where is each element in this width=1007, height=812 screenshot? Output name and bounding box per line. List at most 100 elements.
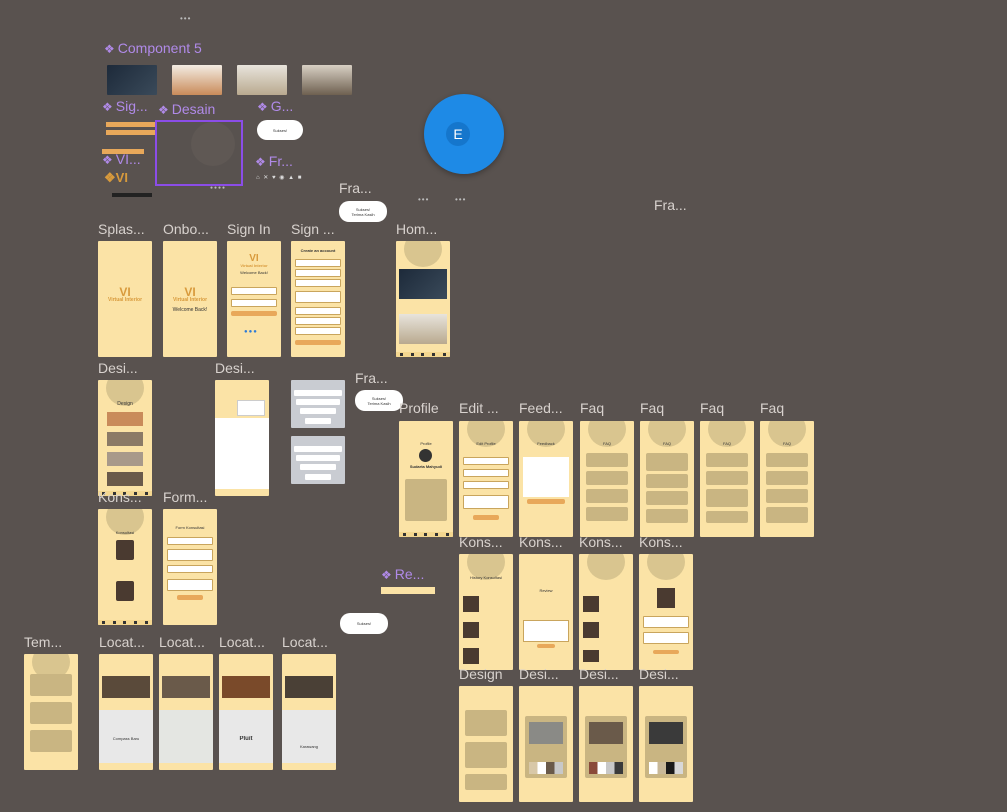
form-submit-button[interactable] <box>177 595 203 600</box>
frame-label-desi-3[interactable]: Desi... <box>519 666 559 682</box>
faq-1-item-3[interactable] <box>586 489 628 503</box>
frame-faq-4[interactable]: FAQ <box>760 421 814 537</box>
frame-konsultasi[interactable]: Konsultasi <box>98 509 152 625</box>
frame-label-design[interactable]: Design <box>459 666 503 682</box>
frame-location-3[interactable]: Pluit <box>219 654 273 770</box>
thumbnail-dining-room[interactable] <box>172 65 222 95</box>
consultant-photo-2[interactable] <box>116 581 134 601</box>
frame-label-profile[interactable]: Profile <box>399 400 439 416</box>
fra-label-1[interactable]: Fra... <box>339 180 372 196</box>
frame-label-faq-4[interactable]: Faq <box>760 400 784 416</box>
review-textarea[interactable] <box>523 620 569 642</box>
frame-label-kons-3[interactable]: Kons... <box>579 534 623 550</box>
faq-2-item-2[interactable] <box>646 474 688 488</box>
location-4-photo[interactable] <box>285 676 333 698</box>
frame-label-onboarding[interactable]: Onbo... <box>163 221 209 237</box>
signup-field-2[interactable] <box>295 269 341 277</box>
edit-field-1[interactable] <box>463 457 509 465</box>
vi-label[interactable]: ❖ VI... <box>102 151 141 167</box>
location-4-map[interactable] <box>282 710 336 763</box>
design-gallery-card-3[interactable] <box>465 774 507 790</box>
keyboard-row-2[interactable] <box>296 399 340 405</box>
frame-location-4[interactable]: Karawang <box>282 654 336 770</box>
frame-design-gallery[interactable] <box>459 686 513 802</box>
sig-label[interactable]: ❖ Sig... <box>102 98 148 114</box>
signup-field-1[interactable] <box>295 259 341 267</box>
frame-label-locat-1[interactable]: Locat... <box>99 634 145 650</box>
frame-label-locat-4[interactable]: Locat... <box>282 634 328 650</box>
frame-edit-profile[interactable]: Edit Profile <box>459 421 513 537</box>
sign-in-variant[interactable] <box>106 122 156 127</box>
signup-continue-button[interactable] <box>295 340 341 345</box>
frame-label-kons-2[interactable]: Kons... <box>519 534 563 550</box>
frame-faq-1[interactable]: FAQ <box>580 421 634 537</box>
faq-4-item-1[interactable] <box>766 453 808 467</box>
faq-3-item-2[interactable] <box>706 471 748 485</box>
re-label[interactable]: ❖ Re... <box>381 566 424 582</box>
frame-location-2[interactable] <box>159 654 213 770</box>
design-detail-1-photo[interactable] <box>529 722 563 744</box>
form-field-date[interactable] <box>167 565 213 573</box>
kons-profile-photo[interactable] <box>657 588 675 608</box>
kons-detail-photo-1[interactable] <box>583 596 599 612</box>
review-send-button[interactable] <box>537 644 555 648</box>
frame-review[interactable]: Review <box>519 554 573 670</box>
consultant-photo-1[interactable] <box>116 540 134 560</box>
keyboard-space[interactable] <box>305 418 331 424</box>
faq-3-item-3[interactable] <box>706 489 748 507</box>
faq-1-item-2[interactable] <box>586 471 628 485</box>
template-card-1[interactable] <box>30 674 72 696</box>
frame-label-tem[interactable]: Tem... <box>24 634 62 650</box>
component-5-label[interactable]: ❖ Component 5 <box>104 40 202 56</box>
thumbnail-living-room[interactable] <box>237 65 287 95</box>
design-item-3[interactable] <box>107 452 143 466</box>
keyboard-2-row-1[interactable] <box>294 446 342 452</box>
fra-label-2[interactable]: Fra... <box>654 197 687 213</box>
kons-detail-photo-3[interactable] <box>583 650 599 662</box>
keyboard-row-3[interactable] <box>300 408 336 414</box>
frame-label-kons-1[interactable]: Kons... <box>459 534 503 550</box>
location-3-photo[interactable] <box>222 676 270 698</box>
thumbnail-sofa-room[interactable] <box>302 65 352 95</box>
faq-1-item-4[interactable] <box>586 507 628 521</box>
frame-label-desi-5[interactable]: Desi... <box>639 666 679 682</box>
signup-field-4[interactable] <box>295 291 341 303</box>
frame-konsultasi-detail[interactable] <box>579 554 633 670</box>
profile-bottom-nav[interactable] <box>399 532 453 537</box>
sukses-pill-3[interactable]: Sukses! Terima Kasih <box>355 390 403 411</box>
faq-1-item-1[interactable] <box>586 453 628 467</box>
keyboard-letters[interactable] <box>291 380 345 428</box>
faq-2-item-3[interactable] <box>646 491 688 505</box>
frame-signin[interactable]: VI Virtual Interior Welcome Back! ●●● <box>227 241 281 357</box>
design-item-1[interactable] <box>107 412 143 426</box>
kons-detail-photo-2[interactable] <box>583 622 599 638</box>
frame-label-form[interactable]: Form... <box>163 489 207 505</box>
kons-profile-button[interactable] <box>653 650 679 654</box>
design-gallery-card-1[interactable] <box>465 710 507 736</box>
faq-2-item-4[interactable] <box>646 509 688 523</box>
home-photo-1[interactable] <box>399 269 447 299</box>
feedback-textarea[interactable] <box>523 457 569 497</box>
frame-design-detail-2[interactable] <box>579 686 633 802</box>
frame-home[interactable] <box>396 241 450 357</box>
edit-field-3[interactable] <box>463 481 509 489</box>
keyboard-row-1[interactable] <box>294 390 342 396</box>
profile-menu-grid[interactable] <box>405 479 447 521</box>
history-photo-3[interactable] <box>463 648 479 664</box>
frame-form-konsultasi[interactable]: Form Konsultasi <box>163 509 217 625</box>
frame-label-faq-2[interactable]: Faq <box>640 400 664 416</box>
frame-label-faq-3[interactable]: Faq <box>700 400 724 416</box>
signin-email-input[interactable] <box>231 287 277 295</box>
keyboard-2-row-3[interactable] <box>300 464 336 470</box>
edit-field-4[interactable] <box>463 495 509 509</box>
design-detail-3-photo[interactable] <box>649 722 683 744</box>
frame-splash[interactable]: VI Virtual Interior <box>98 241 152 357</box>
design-gallery-card-2[interactable] <box>465 742 507 768</box>
history-photo-1[interactable] <box>463 596 479 612</box>
sukses-pill-1[interactable]: Sukses! <box>257 120 303 140</box>
history-photo-2[interactable] <box>463 622 479 638</box>
fra-label-3[interactable]: Fra... <box>355 370 388 386</box>
edit-field-2[interactable] <box>463 469 509 477</box>
keyboard-2-space[interactable] <box>305 474 331 480</box>
frame-label-feed[interactable]: Feed... <box>519 400 563 416</box>
